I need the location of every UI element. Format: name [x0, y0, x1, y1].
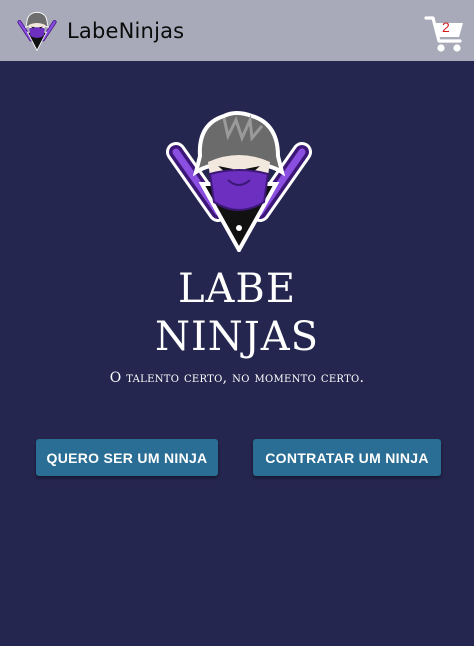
cart-count-badge: 2: [442, 19, 450, 35]
ninja-mascot-icon: [166, 111, 312, 252]
hero-title-line-2: NINJAS: [154, 314, 320, 360]
hero-title-line-1: LABE: [177, 266, 297, 312]
app-header: LabeNinjas 2: [0, 0, 474, 61]
app-title: LabeNinjas: [67, 19, 185, 43]
cart-button[interactable]: 2: [424, 14, 466, 54]
hire-ninja-button[interactable]: CONTRATAR UM NINJA: [253, 439, 441, 476]
hero-tagline: O talento certo, no momento certo.: [109, 370, 365, 386]
be-ninja-button[interactable]: QUERO SER UM NINJA: [36, 439, 218, 476]
ninja-mascot-icon[interactable]: [16, 10, 58, 52]
